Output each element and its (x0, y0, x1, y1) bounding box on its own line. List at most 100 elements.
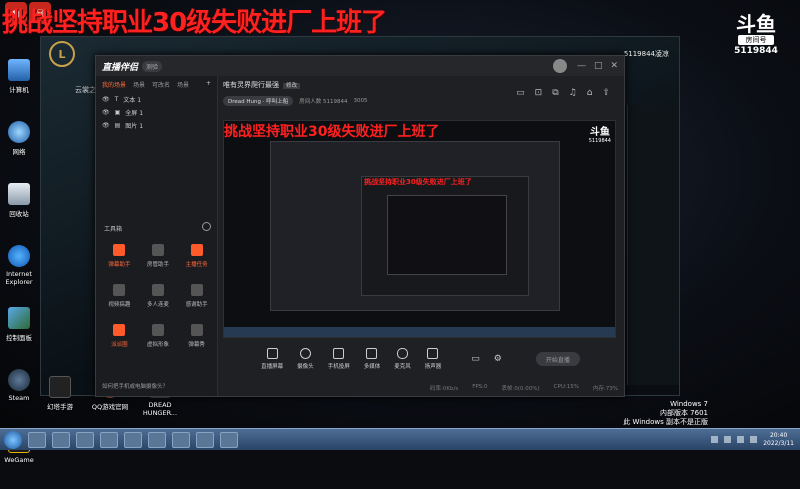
lol-user-id: 5119844凌凉 (623, 50, 669, 58)
computer-icon (8, 59, 30, 81)
category-tag[interactable]: Dread Hung · 呼叫上船 (223, 96, 294, 106)
screen-capture-button[interactable]: 直播屏幕 (261, 348, 283, 370)
danmu-icon (113, 244, 126, 256)
app-taskbar-icon[interactable] (76, 431, 94, 448)
control-panel-icon (8, 307, 30, 329)
explorer-taskbar-icon[interactable] (28, 431, 46, 448)
bell-icon[interactable]: ♫ (569, 88, 577, 98)
camera-tip-link[interactable]: 如何把手机或电脑摄像头？ (102, 382, 168, 390)
image-layer-icon: ▤ (114, 122, 121, 129)
gift-icon[interactable]: ⌂ (587, 88, 593, 98)
windows-watermark: Windows 7 内部版本 7601 此 Windows 副本不是正版 (623, 400, 708, 426)
room-number: 5119844 (734, 46, 778, 56)
lol-friends-sidebar (627, 105, 679, 385)
douyu-watermark: 斗鱼 房间号 5119844 (734, 14, 778, 56)
toolbox-toggle-icon[interactable] (202, 222, 211, 231)
avatar[interactable] (552, 59, 567, 73)
app-version-badge[interactable]: 测验 (142, 60, 163, 72)
app-taskbar-icon[interactable] (100, 431, 118, 448)
microphone-icon (396, 348, 408, 359)
tool-streamer-task[interactable]: 主播任务 (177, 244, 216, 276)
desktop-icon-recycle-bin[interactable]: 回收站 (2, 179, 36, 241)
desktop-icon-network[interactable]: 网络 (2, 117, 36, 179)
tool-thanks[interactable]: 感谢助手 (177, 284, 216, 316)
eye-icon[interactable]: 👁 (102, 109, 110, 116)
avatar-icon (151, 324, 164, 336)
layer-item[interactable]: 👁 T 文本 1 (96, 93, 217, 106)
minimize-button[interactable]: — (577, 61, 586, 71)
tab-scene-3[interactable]: 可改名 (152, 80, 170, 89)
desktop-icon-huanta[interactable]: 幻塔手游 (40, 372, 80, 426)
nested-preview: 挑战坚持职业30级失败进厂上班了 (270, 141, 560, 311)
start-button[interactable] (4, 430, 22, 449)
desktop-icon-ie[interactable]: Internet Explorer (2, 241, 36, 303)
add-scene-button[interactable]: + (206, 80, 211, 89)
microphone-button[interactable]: 麦克风 (394, 348, 411, 370)
play-icon (366, 348, 378, 359)
app-titlebar: 直播伴侣 测验 — □ ✕ (96, 56, 624, 76)
live-companion-window[interactable]: 直播伴侣 测验 — □ ✕ 我的场景 场景 可改名 场景 + 👁 T 文本 1 👁 ▣… (95, 55, 625, 397)
text-layer-icon: T (114, 96, 119, 103)
tool-danmu[interactable]: 弹幕助手 (100, 244, 139, 276)
app-taskbar-icon[interactable] (124, 431, 142, 448)
recycle-bin-icon (8, 183, 30, 205)
screen-layer-icon: ▣ (114, 109, 121, 116)
network-icon (8, 121, 30, 143)
go-live-button[interactable]: 开始直播 (535, 352, 580, 366)
game-icon (49, 376, 71, 398)
media-button[interactable]: 多媒体 (364, 348, 380, 370)
ie-icon (8, 245, 30, 267)
camera-button[interactable]: 摄像头 (297, 348, 314, 370)
desktop-icon-steam[interactable]: Steam (2, 365, 36, 427)
close-button[interactable]: ✕ (610, 61, 618, 71)
desktop: L 5119844凌凉 云裳之 计算机 网络 回收站 Internet Expl… (0, 0, 800, 464)
scene-tabs: 我的场景 场景 可改名 场景 + (96, 76, 217, 93)
lock-icon[interactable]: ⊡ (535, 88, 543, 98)
tool-danmu-show[interactable]: 弹幕秀 (177, 324, 216, 356)
tab-scene-4[interactable]: 场景 (177, 80, 189, 89)
tool-room-admin[interactable]: 房管助手 (139, 244, 178, 276)
app-taskbar-icon[interactable] (172, 431, 190, 448)
copy-icon[interactable]: ⧉ (552, 88, 558, 98)
preview-taskbar (224, 327, 615, 337)
browser-taskbar-icon[interactable] (52, 431, 70, 448)
settings-gear-icon[interactable]: ⚙ (494, 354, 502, 364)
tray-icon[interactable] (724, 436, 732, 443)
tool-video[interactable]: 视频搞趣 (100, 284, 139, 316)
desktop-icon-computer[interactable]: 计算机 (2, 55, 36, 117)
layer-item[interactable]: 👁 ▤ 图片 1 (96, 119, 217, 132)
maximize-button[interactable]: □ (594, 61, 603, 71)
tray-icon[interactable] (711, 436, 719, 443)
desktop-icons: 计算机 网络 回收站 Internet Explorer 控制面板 Steam … (2, 55, 36, 489)
desktop-icon-control-panel[interactable]: 控制面板 (2, 303, 36, 365)
video-icon (113, 284, 126, 296)
clock[interactable]: 20:40 2022/3/11 (763, 432, 794, 448)
tool-paipai[interactable]: 派派圈 (100, 324, 139, 356)
douyu-logo: 斗鱼 (736, 12, 776, 36)
speaker-button[interactable]: 扬声器 (425, 348, 441, 370)
app-taskbar-icon[interactable] (148, 431, 166, 448)
phone-cast-button[interactable]: 手机投屏 (328, 348, 350, 370)
tab-scene-2[interactable]: 场景 (133, 80, 145, 89)
tool-multi-mic[interactable]: 多人连麦 (139, 284, 178, 316)
share-icon[interactable]: ⇪ (602, 88, 610, 98)
edit-title-button[interactable]: 修改 (283, 83, 301, 89)
record-icon[interactable]: ▭ (471, 354, 480, 364)
tray-icon[interactable] (737, 436, 745, 443)
layout-icon[interactable]: ▭ (516, 88, 525, 98)
eye-icon[interactable]: 👁 (102, 96, 110, 103)
nested-title: 挑战坚持职业30级失败进厂上班了 (364, 178, 472, 186)
app-taskbar-icon[interactable] (196, 431, 214, 448)
windows-taskbar: 20:40 2022/3/11 (0, 428, 800, 450)
phone-icon (333, 348, 345, 359)
eye-icon[interactable]: 👁 (102, 122, 110, 129)
layer-item[interactable]: 👁 ▣ 全屏 1 (96, 106, 217, 119)
tab-my-scene[interactable]: 我的场景 (102, 80, 126, 89)
nested-preview-innermost (387, 195, 507, 275)
stream-preview[interactable]: 挑战坚持职业30级失败进厂上班了 挑战坚持职业30级失败进厂上班了 斗鱼 5119… (223, 120, 616, 338)
tool-avatar[interactable]: 虚拟形象 (139, 324, 178, 356)
system-tray: 20:40 2022/3/11 (711, 432, 800, 448)
tray-icon[interactable] (750, 436, 758, 443)
steam-icon (8, 369, 30, 391)
lol-taskbar-icon[interactable] (220, 431, 238, 448)
